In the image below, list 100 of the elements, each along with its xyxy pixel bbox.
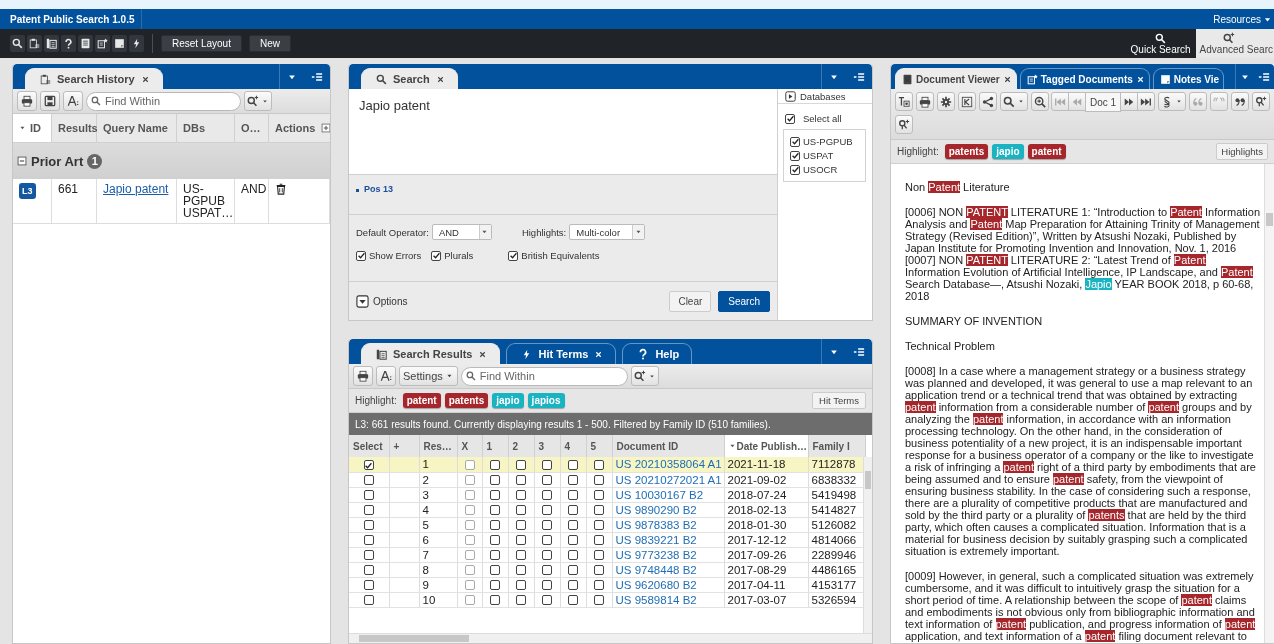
find-within-field[interactable]: Find Within — [460, 366, 628, 386]
checkbox[interactable] — [516, 565, 526, 576]
checkbox[interactable] — [516, 595, 526, 606]
checkbox[interactable] — [594, 580, 604, 591]
checkbox[interactable] — [363, 550, 374, 561]
checkbox[interactable] — [356, 250, 366, 261]
toolbar-button[interactable]: New — [248, 35, 291, 52]
checkbox[interactable] — [490, 475, 500, 486]
table-row[interactable]: 8 US 9748448 B2 2017-08-29 4486165 — [349, 562, 865, 577]
advanced-search-button[interactable]: Advanced Searc — [1195, 29, 1274, 58]
checkbox[interactable] — [464, 595, 475, 606]
checkbox[interactable] — [363, 520, 374, 531]
checkbox[interactable] — [542, 565, 552, 576]
checkbox[interactable] — [490, 535, 500, 546]
column-header[interactable]: Query Name — [97, 114, 177, 143]
save-button[interactable] — [40, 91, 60, 111]
checkbox[interactable] — [516, 490, 526, 501]
checkbox[interactable] — [516, 475, 526, 486]
trash-icon[interactable] — [275, 183, 287, 195]
column-header[interactable]: 1 — [482, 435, 508, 457]
column-header[interactable]: Results — [52, 114, 97, 143]
query-id-badge[interactable]: L3 — [19, 183, 36, 199]
find-within-field[interactable]: Find Within — [86, 91, 241, 111]
menu-icon[interactable] — [1258, 70, 1270, 83]
highlight-term[interactable]: patents — [944, 144, 989, 159]
checkbox[interactable] — [568, 475, 578, 486]
checkbox[interactable] — [464, 460, 475, 471]
next-button[interactable] — [1120, 92, 1139, 111]
document-link[interactable]: US 9748448 B2 — [612, 562, 724, 577]
checkbox[interactable] — [785, 113, 795, 124]
checkbox[interactable] — [542, 475, 552, 486]
document-link[interactable]: US 9839221 B2 — [612, 532, 724, 547]
share-button[interactable] — [979, 92, 997, 111]
checkbox[interactable] — [516, 505, 526, 516]
lightning-button[interactable] — [129, 35, 144, 52]
checkbox[interactable] — [490, 490, 500, 501]
checkbox[interactable] — [594, 475, 604, 486]
operator-dropdown[interactable]: AND — [431, 224, 492, 240]
column-header[interactable]: ID — [13, 114, 52, 143]
checkbox[interactable] — [594, 595, 604, 606]
checkbox[interactable] — [516, 580, 526, 591]
checkbox[interactable] — [790, 136, 800, 147]
table-row[interactable]: 5 US 9878383 B2 2018-01-30 5126082 — [349, 517, 865, 532]
highlights-dropdown[interactable]: Multi-color — [569, 224, 646, 240]
text-scan-button[interactable] — [895, 92, 913, 111]
checkbox[interactable] — [542, 580, 552, 591]
tab[interactable]: Document Viewer — [895, 68, 1017, 89]
checkbox[interactable] — [568, 550, 578, 561]
last-page-button[interactable] — [1137, 92, 1156, 111]
options-toggle[interactable]: Options — [373, 295, 408, 307]
close-icon[interactable] — [435, 74, 445, 84]
checkbox[interactable] — [363, 460, 374, 471]
resources-menu[interactable]: Resources — [1213, 13, 1274, 25]
tab[interactable]: Search Results — [361, 343, 501, 364]
expand-icon[interactable] — [356, 294, 369, 308]
checkbox[interactable] — [568, 520, 578, 531]
checkbox[interactable] — [464, 520, 475, 531]
checkbox[interactable] — [568, 595, 578, 606]
column-header[interactable]: Actions — [269, 114, 330, 143]
print-button[interactable] — [17, 91, 37, 111]
column-header[interactable]: X — [457, 435, 482, 457]
quick-search-button[interactable]: Quick Search — [1127, 29, 1194, 58]
document-link[interactable]: US 9878383 B2 — [612, 517, 724, 532]
clear-button[interactable]: Clear — [669, 290, 712, 312]
settings-button[interactable] — [937, 92, 955, 111]
tab[interactable]: Search History — [25, 68, 163, 89]
tagged-document-button[interactable] — [95, 35, 110, 52]
checkbox[interactable] — [363, 580, 374, 591]
checkbox[interactable] — [594, 505, 604, 516]
checkbox[interactable] — [594, 565, 604, 576]
table-row[interactable]: 6 US 9839221 B2 2017-12-12 4814066 — [349, 532, 865, 547]
column-header[interactable]: Date Publish… — [724, 435, 808, 457]
checkbox[interactable] — [363, 565, 374, 576]
table-row[interactable]: 2 US 20210272021 A1 2021-09-02 6838332 — [349, 472, 865, 487]
document-link[interactable]: US 9890290 B2 — [612, 502, 724, 517]
close-quote-button[interactable] — [1231, 92, 1250, 111]
document-link[interactable]: US 20210272021 A1 — [612, 472, 724, 487]
checkbox[interactable] — [431, 250, 442, 261]
document-link[interactable]: US 9773238 B2 — [612, 547, 724, 562]
document-link[interactable]: US 9589814 B2 — [612, 592, 724, 607]
column-header[interactable]: + — [389, 435, 419, 457]
notepad-button[interactable] — [78, 35, 93, 52]
checkbox[interactable] — [542, 490, 552, 501]
document-button[interactable] — [112, 35, 127, 52]
add-tag-button[interactable] — [895, 115, 913, 134]
checkbox[interactable] — [490, 505, 500, 516]
query-input[interactable]: Japio patent — [349, 89, 777, 175]
checkbox[interactable] — [508, 250, 519, 261]
checkbox[interactable] — [594, 490, 604, 501]
checkbox[interactable] — [363, 490, 374, 501]
checkbox[interactable] — [516, 550, 526, 561]
checkbox[interactable] — [490, 595, 500, 606]
checkbox[interactable] — [363, 475, 374, 486]
checkbox[interactable] — [568, 565, 578, 576]
clipboard-button[interactable] — [27, 35, 42, 52]
checkbox[interactable] — [363, 535, 374, 546]
scrollbar[interactable] — [1264, 164, 1274, 643]
checkbox[interactable] — [542, 505, 552, 516]
menu-icon[interactable] — [853, 345, 865, 358]
add-column-icon[interactable] — [321, 123, 330, 133]
